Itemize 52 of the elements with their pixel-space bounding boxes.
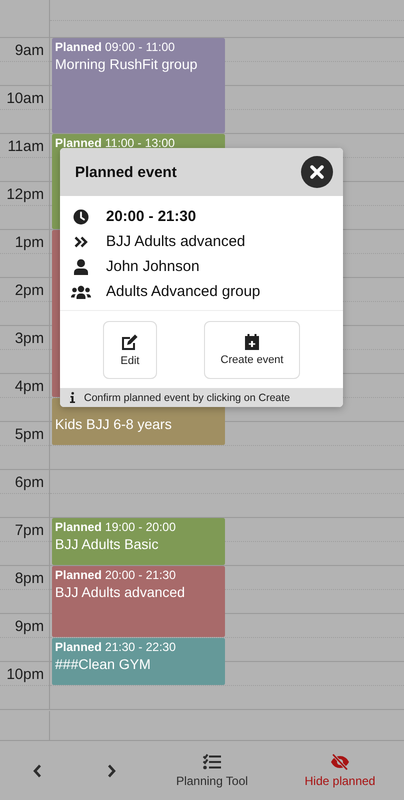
event-block[interactable]: Planned 19:00 - 20:00 BJJ Adults Basic bbox=[52, 518, 225, 565]
event-time: Planned 11:00 - 13:00 bbox=[55, 136, 176, 150]
detail-text: John Johnson bbox=[106, 258, 200, 275]
clock-icon bbox=[73, 208, 89, 224]
chevron-right-icon bbox=[106, 764, 116, 778]
hide-planned-toggle[interactable]: Hide planned bbox=[304, 754, 376, 788]
group-icon bbox=[71, 284, 91, 298]
event-block[interactable]: Planned 21:30 - 22:30 ###Clean GYM bbox=[52, 638, 225, 685]
hour-label: 12pm bbox=[6, 186, 44, 203]
edit-icon bbox=[121, 334, 139, 350]
hour-label: 8pm bbox=[14, 570, 44, 587]
event-title: Kids BJJ 6-8 years bbox=[55, 416, 173, 432]
hour-label: 3pm bbox=[14, 330, 44, 347]
event-time: Planned 19:00 - 20:00 bbox=[55, 520, 177, 534]
close-button[interactable] bbox=[301, 156, 333, 188]
event-time: Planned 20:00 - 21:30 bbox=[55, 568, 177, 582]
info-icon bbox=[70, 392, 74, 403]
event-time: Planned 09:00 - 11:00 bbox=[55, 40, 176, 54]
event-title: BJJ Adults Basic bbox=[55, 536, 160, 552]
edit-button[interactable]: Edit bbox=[103, 321, 157, 379]
close-icon bbox=[310, 165, 324, 179]
create-event-button[interactable]: Create event bbox=[204, 321, 300, 379]
hour-label: 4pm bbox=[14, 378, 44, 395]
dialog-title: Planned event bbox=[75, 164, 177, 180]
detail-text: BJJ Adults advanced bbox=[106, 233, 246, 250]
event-block[interactable]: Planned 20:00 - 21:30 BJJ Adults advanced bbox=[52, 566, 225, 637]
time-range: 20:00 - 21:30 bbox=[106, 208, 196, 225]
event-title: ###Clean GYM bbox=[55, 656, 152, 672]
hour-label: 10am bbox=[6, 90, 44, 107]
hour-label: 7pm bbox=[14, 522, 44, 539]
hour-label: 9am bbox=[14, 42, 44, 59]
chevron-left-icon bbox=[32, 764, 42, 778]
next-button[interactable] bbox=[106, 764, 116, 778]
calendar-plus-icon bbox=[245, 334, 259, 350]
hour-label: 10pm bbox=[6, 666, 44, 683]
event-time: Planned 21:30 - 22:30 bbox=[55, 640, 177, 654]
person-icon bbox=[74, 258, 88, 274]
hour-label: 9pm bbox=[14, 618, 44, 635]
hour-label: 11am bbox=[8, 138, 44, 155]
eye-slash-icon bbox=[330, 754, 350, 770]
hour-label: 6pm bbox=[14, 474, 44, 491]
detail-text: Adults Advanced group bbox=[106, 283, 260, 300]
event-title: BJJ Adults advanced bbox=[55, 584, 186, 600]
previous-button[interactable] bbox=[32, 764, 42, 778]
hour-label: 5pm bbox=[14, 426, 44, 443]
event-title: Morning RushFit group bbox=[55, 56, 198, 72]
event-block[interactable]: Planned 09:00 - 11:00 Morning RushFit group bbox=[52, 38, 225, 133]
planning-tool-tab[interactable]: Planning Tool bbox=[176, 754, 248, 788]
hour-label: 2pm bbox=[14, 282, 44, 299]
double-chevron-icon bbox=[74, 236, 88, 248]
checklist-icon bbox=[203, 754, 221, 770]
hour-label: 1pm bbox=[14, 234, 44, 251]
